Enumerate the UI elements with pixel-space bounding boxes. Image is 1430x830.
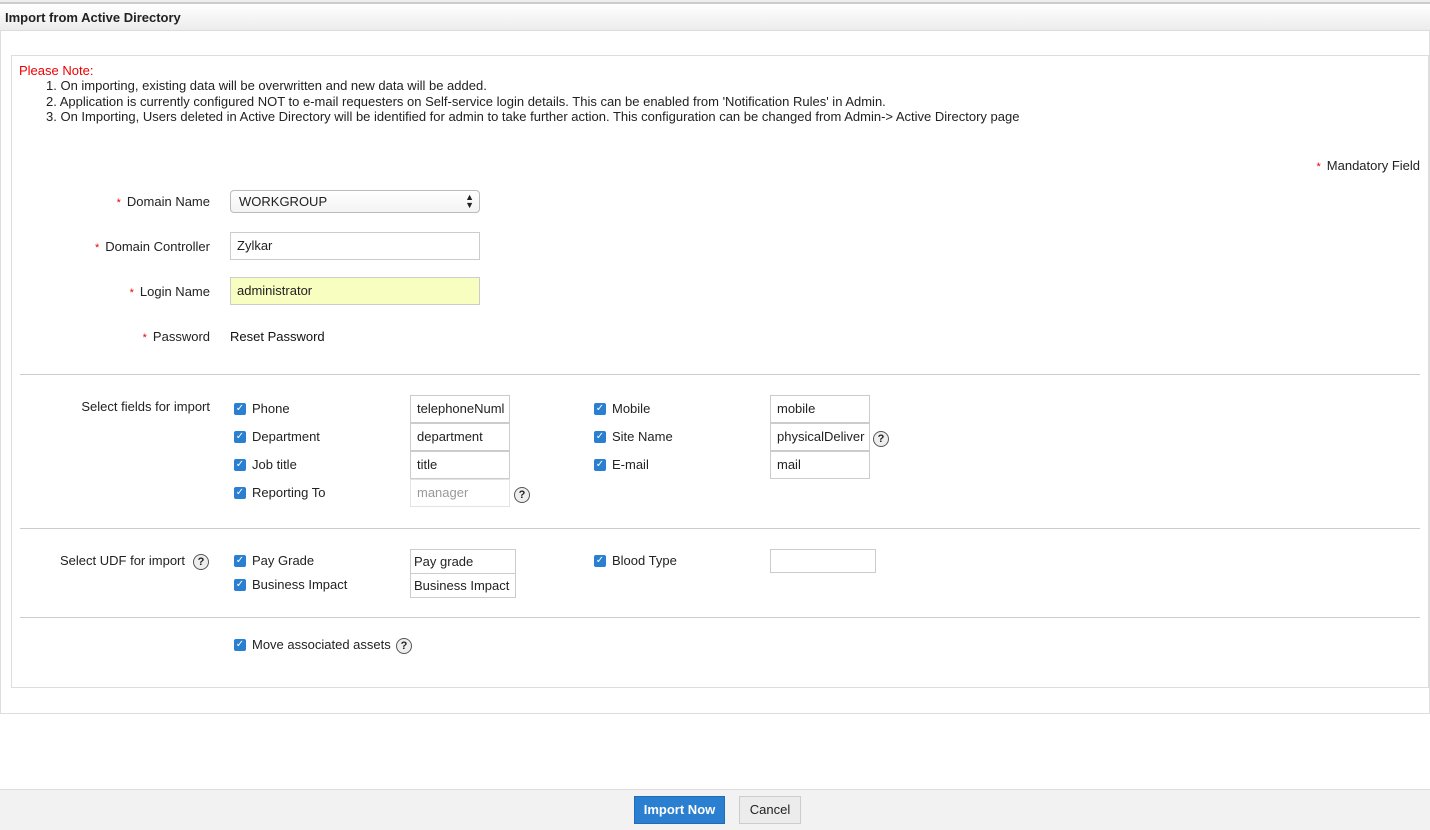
site-name-checkbox[interactable]: ✓ (594, 431, 606, 443)
business-impact-label: Business Impact (252, 577, 348, 592)
reporting-to-checkbox[interactable]: ✓ (234, 487, 246, 499)
move-assets-checkbox[interactable]: ✓ (234, 639, 246, 651)
note-item: 2. Application is currently configured N… (46, 94, 886, 109)
help-icon[interactable]: ? (873, 431, 889, 447)
business-impact-checkbox[interactable]: ✓ (234, 579, 246, 591)
reporting-to-input: manager (410, 479, 510, 507)
divider (20, 617, 1420, 618)
domain-controller-label: * Domain Controller (94, 239, 210, 254)
email-checkbox[interactable]: ✓ (594, 459, 606, 471)
business-impact-input[interactable]: Business Impact (410, 573, 516, 598)
page-title: Import from Active Directory (0, 4, 1430, 31)
note-item: 1. On importing, existing data will be o… (46, 78, 487, 93)
job-title-checkbox[interactable]: ✓ (234, 459, 246, 471)
email-label: E-mail (612, 457, 649, 472)
mobile-checkbox[interactable]: ✓ (594, 403, 606, 415)
domain-name-select[interactable]: WORKGROUP ▲ ▼ (230, 190, 480, 213)
divider (20, 374, 1420, 375)
department-label: Department (252, 429, 320, 444)
mandatory-text: Mandatory Field (1326, 158, 1420, 173)
mobile-input[interactable]: mobile (770, 395, 870, 423)
udf-section-label: Select UDF for import (60, 553, 185, 568)
phone-input[interactable]: telephoneNuml (410, 395, 510, 423)
cancel-button[interactable]: Cancel (739, 796, 801, 824)
mobile-label: Mobile (612, 401, 651, 416)
pay-grade-label: Pay Grade (252, 553, 315, 568)
pay-grade-input[interactable]: Pay grade (410, 549, 516, 574)
blood-type-checkbox[interactable]: ✓ (594, 555, 606, 567)
phone-checkbox[interactable]: ✓ (234, 403, 246, 415)
divider (20, 528, 1420, 529)
pay-grade-checkbox[interactable]: ✓ (234, 555, 246, 567)
form-panel (11, 55, 1429, 688)
site-name-input[interactable]: physicalDeliver (770, 423, 870, 451)
reset-password-link[interactable]: Reset Password (230, 329, 325, 344)
domain-controller-input[interactable]: Zylkar (230, 232, 480, 260)
login-name-label: * Login Name (129, 284, 210, 299)
blood-type-label: Blood Type (612, 553, 677, 568)
mandatory-legend: * Mandatory Field (1316, 158, 1421, 173)
help-icon[interactable]: ? (514, 487, 530, 503)
job-title-label: Job title (252, 457, 297, 472)
move-assets-label: Move associated assets (252, 637, 391, 652)
domain-name-value: WORKGROUP (239, 194, 328, 209)
phone-label: Phone (252, 401, 290, 416)
note-heading: Please Note: (19, 63, 94, 78)
email-input[interactable]: mail (770, 451, 870, 479)
department-checkbox[interactable]: ✓ (234, 431, 246, 443)
fields-section-label: Select fields for import (81, 399, 210, 414)
note-item: 3. On Importing, Users deleted in Active… (46, 109, 1020, 124)
import-now-button[interactable]: Import Now (634, 796, 725, 824)
select-arrows-icon: ▲ ▼ (465, 192, 474, 210)
password-label: * Password (142, 329, 210, 344)
department-input[interactable]: department (410, 423, 510, 451)
reporting-to-label: Reporting To (252, 485, 326, 500)
help-icon[interactable]: ? (396, 638, 412, 654)
blood-type-input[interactable] (770, 549, 876, 573)
domain-name-label: * Domain Name (116, 194, 210, 209)
login-name-input[interactable]: administrator (230, 277, 480, 305)
help-icon[interactable]: ? (193, 554, 209, 570)
site-name-label: Site Name (612, 429, 673, 444)
job-title-input[interactable]: title (410, 451, 510, 479)
